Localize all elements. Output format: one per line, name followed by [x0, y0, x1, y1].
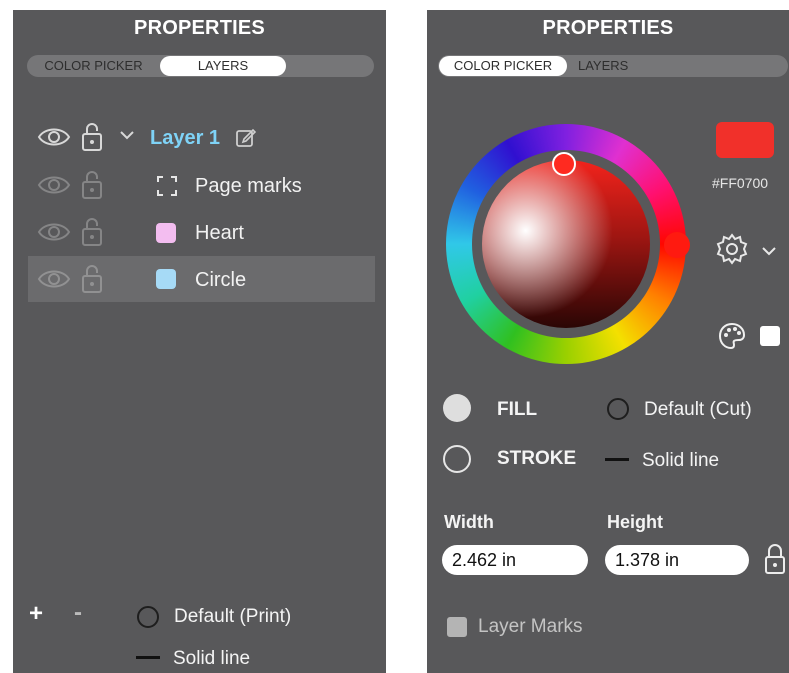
color-wheel[interactable] — [446, 124, 690, 364]
width-input[interactable]: 2.462 in — [442, 545, 588, 575]
layer-color-swatch — [156, 269, 176, 289]
tab-bar: COLOR PICKER LAYERS — [27, 55, 374, 77]
layer-group-row[interactable]: Layer 1 — [13, 120, 386, 156]
color-picker-panel: PROPERTIES COLOR PICKER LAYERS #FF0700 F… — [427, 10, 789, 673]
tab-layers[interactable]: LAYERS — [160, 56, 286, 76]
unlock-icon[interactable] — [81, 217, 103, 247]
lock-icon[interactable] — [764, 543, 786, 575]
solid-line-icon — [605, 458, 629, 461]
brightness-disc[interactable] — [482, 160, 650, 328]
panel-title: PROPERTIES — [134, 17, 265, 39]
color-hex-value[interactable]: #FF0700 — [712, 175, 768, 191]
layer-marks-label[interactable]: Layer Marks — [478, 616, 583, 638]
layer-row[interactable]: Heart — [13, 215, 386, 251]
gear-icon[interactable] — [715, 232, 749, 266]
layer-name[interactable]: Heart — [195, 222, 244, 245]
tab-color-picker[interactable]: COLOR PICKER — [439, 56, 567, 76]
eye-icon[interactable] — [37, 221, 71, 243]
stroke-toggle[interactable] — [443, 445, 471, 473]
current-color-swatch[interactable] — [716, 122, 774, 158]
height-input[interactable]: 1.378 in — [605, 545, 749, 575]
stroke-solid-label[interactable]: Solid line — [642, 450, 719, 472]
fill-circle-icon[interactable] — [606, 397, 630, 421]
eye-icon[interactable] — [37, 268, 71, 290]
unlock-icon[interactable] — [81, 170, 103, 200]
layer-group-name[interactable]: Layer 1 — [150, 127, 220, 150]
hue-handle[interactable] — [664, 232, 690, 258]
saturation-handle[interactable] — [552, 152, 576, 176]
remove-layer-button[interactable]: - — [74, 599, 82, 627]
edit-icon[interactable] — [235, 126, 257, 148]
tab-color-picker[interactable]: COLOR PICKER — [27, 55, 160, 77]
layer-name[interactable]: Circle — [195, 269, 246, 292]
add-layer-button[interactable]: + — [29, 600, 43, 628]
layer-row-selected[interactable]: Circle — [28, 256, 375, 302]
fill-default-label[interactable]: Default (Cut) — [644, 399, 752, 421]
unlock-icon[interactable] — [81, 122, 103, 152]
tab-layers[interactable]: LAYERS — [578, 55, 688, 77]
eye-icon[interactable] — [37, 174, 71, 196]
palette-icon[interactable] — [717, 321, 747, 351]
fill-label: FILL — [497, 399, 538, 420]
stroke-label: STROKE — [497, 448, 577, 469]
fill-toggle[interactable] — [443, 394, 471, 422]
eye-icon[interactable] — [37, 126, 71, 148]
palette-color-square[interactable] — [760, 326, 780, 346]
layer-row[interactable]: Page marks — [13, 168, 386, 204]
layer-name[interactable]: Page marks — [195, 175, 302, 198]
page-marks-icon — [157, 176, 177, 196]
chevron-down-icon[interactable] — [762, 246, 776, 256]
tab-bar: COLOR PICKER LAYERS — [438, 55, 788, 77]
fill-circle-icon[interactable] — [136, 605, 160, 629]
chevron-down-icon[interactable] — [120, 130, 134, 140]
fill-default-label[interactable]: Default (Print) — [174, 606, 291, 628]
height-label: Height — [607, 512, 663, 532]
width-label: Width — [444, 512, 494, 532]
solid-line-icon — [136, 656, 160, 659]
panel-title: PROPERTIES — [542, 17, 674, 39]
layer-marks-checkbox[interactable] — [447, 617, 467, 637]
stroke-solid-label[interactable]: Solid line — [173, 648, 250, 670]
unlock-icon[interactable] — [81, 264, 103, 294]
layers-panel: PROPERTIES COLOR PICKER LAYERS Layer 1 P… — [13, 10, 386, 673]
layer-color-swatch — [156, 223, 176, 243]
